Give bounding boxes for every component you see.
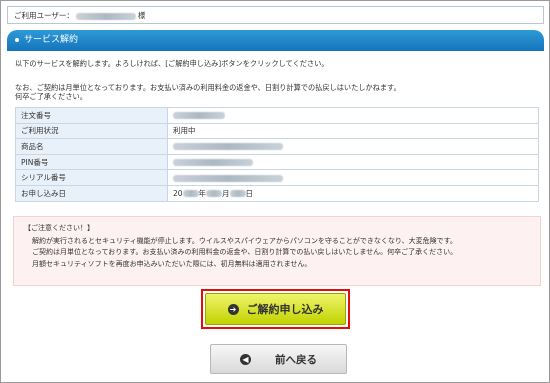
row-label: シリアル番号 bbox=[15, 169, 168, 186]
intro-text: 以下のサービスを解約します。よろしければ、[ご解約申し込み]ボタンをクリックして… bbox=[15, 59, 535, 69]
table-row: 商品名 bbox=[15, 138, 539, 155]
caution-line: 解約が実行されるとセキュリティ機能が停止します。ウイルスやスパイウェアからパソコ… bbox=[32, 236, 457, 245]
table-row: お申し込み日 20 年 月 日 bbox=[15, 184, 539, 202]
date-part: 年 bbox=[198, 188, 207, 198]
section-title: サービス解約 bbox=[24, 35, 79, 45]
table-row: ご利用状況 利用中 bbox=[15, 122, 539, 140]
notice-text: なお、ご契約は月単位となっております。お支払い済みの利用料金の返金や、日割り計算… bbox=[15, 83, 535, 101]
pin-value bbox=[167, 153, 539, 171]
redacted-value bbox=[173, 174, 283, 182]
table-row: シリアル番号 bbox=[15, 169, 539, 186]
arrow-right-icon: ➔ bbox=[227, 303, 239, 315]
redacted-value bbox=[182, 190, 199, 198]
user-label: ご利用ユーザー： bbox=[14, 11, 74, 20]
redacted-value bbox=[173, 159, 253, 167]
user-bar: ご利用ユーザー： 様 bbox=[7, 6, 544, 24]
cancel-highlight: ➔ ご解約申し込み bbox=[201, 289, 350, 329]
row-label: お申し込み日 bbox=[15, 184, 168, 202]
serial-value bbox=[167, 169, 539, 186]
apply-date-value: 20 年 月 日 bbox=[167, 184, 539, 202]
back-button[interactable]: ◀ 前へ戻る bbox=[210, 344, 347, 374]
section-header: サービス解約 bbox=[7, 30, 544, 51]
redacted-username bbox=[75, 12, 136, 20]
redacted-value bbox=[206, 190, 223, 198]
product-name-value bbox=[167, 138, 539, 155]
cancel-request-button[interactable]: ➔ ご解約申し込み bbox=[205, 293, 346, 325]
caution-heading: 【ご注意ください！】 bbox=[24, 224, 94, 232]
arrow-left-icon: ◀ bbox=[240, 353, 251, 365]
cancel-button-label: ご解約申し込み bbox=[246, 303, 324, 316]
row-label: PIN番号 bbox=[15, 153, 168, 171]
page-frame: ご利用ユーザー： 様 サービス解約 以下のサービスを解約します。よろしければ、[ご… bbox=[0, 0, 550, 383]
redacted-value bbox=[173, 143, 283, 151]
row-label: 注文番号 bbox=[15, 107, 168, 124]
order-number-value bbox=[167, 107, 539, 124]
back-button-label: 前へ戻る bbox=[275, 353, 317, 366]
redacted-value bbox=[173, 112, 225, 120]
row-label: 商品名 bbox=[15, 138, 168, 155]
redacted-value bbox=[229, 190, 246, 198]
bullet-icon bbox=[15, 37, 19, 42]
row-label: ご利用状況 bbox=[15, 122, 168, 140]
table-row: 注文番号 bbox=[15, 107, 539, 124]
notice-line: 何卒ご了承ください。 bbox=[15, 92, 87, 101]
date-part: 20 bbox=[173, 188, 183, 198]
caution-line: 月額セキュリティソフトを再度お申込みいただいた際には、初月無料は適用されません。 bbox=[32, 259, 312, 268]
caution-line: ご契約は月単位となっております。お支払い済みの利用料金の返金や、日割り計算での払… bbox=[32, 248, 458, 256]
status-value: 利用中 bbox=[167, 122, 539, 140]
details-table: 注文番号 ご利用状況 利用中 商品名 PIN番号 シリアル番号 お申し込み日 2… bbox=[15, 107, 539, 202]
date-part: 日 bbox=[245, 188, 254, 198]
table-row: PIN番号 bbox=[15, 153, 539, 171]
notice-line: なお、ご契約は月単位となっております。お支払い済みの利用料金の返金や、日割り計算… bbox=[15, 83, 401, 92]
caution-box: 【ご注意ください！】 解約が実行されるとセキュリティ機能が停止します。ウイルスや… bbox=[13, 216, 541, 286]
intro-line: 以下のサービスを解約します。よろしければ、[ご解約申し込み]ボタンをクリックして… bbox=[15, 59, 329, 68]
date-part: 月 bbox=[222, 188, 230, 198]
user-suffix: 様 bbox=[137, 11, 146, 20]
